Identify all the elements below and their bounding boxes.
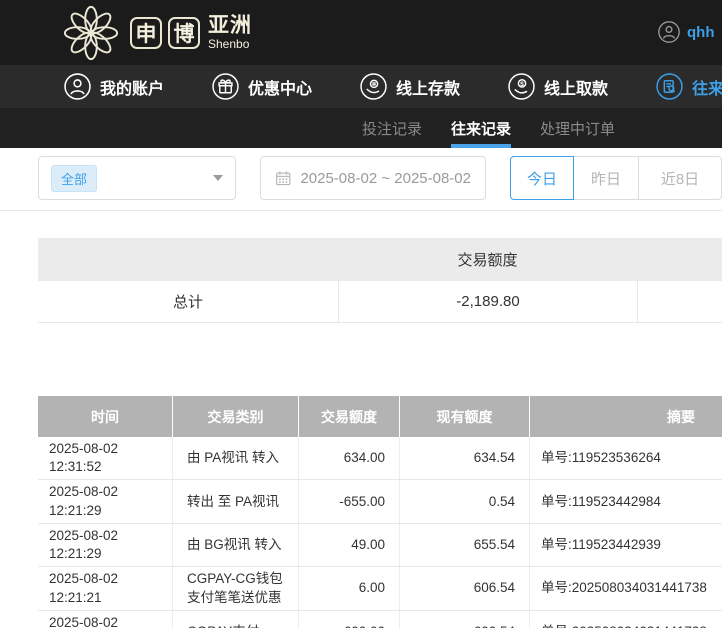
calendar-icon <box>275 169 291 187</box>
top-bar: 申 博 亚洲 Shenbo qhh <box>0 0 722 65</box>
nav-item-my-account[interactable]: 我的账户 <box>64 73 164 100</box>
summary-header-row: 交易额度 <box>38 238 722 281</box>
cell-time: 2025-08-02 12:21:21 <box>38 567 173 609</box>
cell-time: 2025-08-02 12:31:52 <box>38 437 173 479</box>
cell-note: 单号:202508034031441738 <box>530 611 722 628</box>
flower-logo-icon <box>58 3 124 63</box>
summary-total-row: 总计 -2,189.80 <box>38 281 722 323</box>
cell-amount: 634.00 <box>299 437 400 479</box>
logo-region-text: 亚洲 <box>208 15 252 36</box>
table-row: 2025-08-02 12:21:21CGPAY支付600.00600.54单号… <box>38 611 722 628</box>
cell-note: 单号:119523536264 <box>530 437 722 479</box>
cell-balance: 606.54 <box>400 567 530 609</box>
cell-type: CGPAY支付 <box>173 611 299 628</box>
summary-table: 交易额度 总计 -2,189.80 <box>38 238 722 323</box>
cell-note: 单号:119523442939 <box>530 524 722 566</box>
cell-time: 2025-08-02 12:21:29 <box>38 524 173 566</box>
cell-amount: -655.00 <box>299 480 400 522</box>
col-header-amount: 交易额度 <box>299 396 400 437</box>
cell-type: 转出 至 PA视讯 <box>173 480 299 522</box>
gift-icon <box>212 73 239 100</box>
cell-balance: 634.54 <box>400 437 530 479</box>
username-text[interactable]: qhh <box>687 24 715 41</box>
today-button[interactable]: 今日 <box>510 156 574 200</box>
filter-bar: 全部 2025-08-02 ~ 2025-08-02 今日 昨日 近8日 <box>38 156 722 200</box>
deposit-icon <box>360 73 387 100</box>
col-header-time: 时间 <box>38 396 173 437</box>
transactions-table: 时间 交易类别 交易额度 现有额度 摘要 2025-08-02 12:31:52… <box>38 396 722 628</box>
yesterday-button[interactable]: 昨日 <box>573 156 639 200</box>
nav-item-promotions[interactable]: 优惠中心 <box>212 73 312 100</box>
table-row: 2025-08-02 12:21:21CGPAY-CG钱包支付笔笔送优惠6.00… <box>38 567 722 610</box>
cell-amount: 6.00 <box>299 567 400 609</box>
table-header-row: 时间 交易类别 交易额度 现有额度 摘要 <box>38 396 722 437</box>
summary-total-empty <box>637 281 722 322</box>
svg-text:$: $ <box>520 81 524 88</box>
cell-type: 由 PA视讯 转入 <box>173 437 299 479</box>
logo-char-shen: 申 <box>130 17 162 49</box>
user-avatar-icon <box>658 21 680 43</box>
records-icon <box>656 73 683 100</box>
summary-total-label: 总计 <box>38 281 338 322</box>
cell-balance: 655.54 <box>400 524 530 566</box>
summary-header-amount: 交易额度 <box>338 238 637 281</box>
date-range-input[interactable]: 2025-08-02 ~ 2025-08-02 <box>260 156 486 200</box>
summary-total-value: -2,189.80 <box>338 281 637 322</box>
chevron-down-icon <box>213 175 223 181</box>
summary-header-empty <box>38 238 338 281</box>
table-row: 2025-08-02 12:21:29由 BG视讯 转入49.00655.54单… <box>38 524 722 567</box>
nav-item-deposit[interactable]: 线上存款 <box>360 73 460 100</box>
cell-type: 由 BG视讯 转入 <box>173 524 299 566</box>
date-range-value: 2025-08-02 ~ 2025-08-02 <box>300 170 471 187</box>
logo-subtitle: Shenbo <box>208 38 252 50</box>
type-select[interactable]: 全部 <box>38 156 236 200</box>
logo-char-bo: 博 <box>168 17 200 49</box>
user-icon <box>64 73 91 100</box>
table-row: 2025-08-02 12:31:52由 PA视讯 转入634.00634.54… <box>38 437 722 480</box>
cell-note: 单号:202508034031441738 <box>530 567 722 609</box>
cell-time: 2025-08-02 12:21:21 <box>38 611 173 628</box>
nav-item-withdraw[interactable]: $ 线上取款 <box>508 73 608 100</box>
col-header-type: 交易类别 <box>173 396 299 437</box>
last8days-button[interactable]: 近8日 <box>638 156 722 200</box>
cell-note: 单号:119523442984 <box>530 480 722 522</box>
cell-balance: 600.54 <box>400 611 530 628</box>
cell-time: 2025-08-02 12:21:29 <box>38 480 173 522</box>
transactions-body: 2025-08-02 12:31:52由 PA视讯 转入634.00634.54… <box>38 437 722 628</box>
sub-nav: 投注记录 往来记录 处理中订单 <box>0 108 722 148</box>
section-divider <box>0 210 722 211</box>
col-header-balance: 现有额度 <box>400 396 530 437</box>
withdraw-icon: $ <box>508 73 535 100</box>
cell-type: CGPAY-CG钱包支付笔笔送优惠 <box>173 567 299 609</box>
tab-betting-records[interactable]: 投注记录 <box>362 108 422 148</box>
cell-balance: 0.54 <box>400 480 530 522</box>
summary-header-empty2 <box>637 238 722 281</box>
main-nav: 我的账户 优惠中心 线上存款 <box>0 65 722 108</box>
nav-item-transactions[interactable]: 往来记录 <box>656 73 722 100</box>
brand-logo[interactable]: 申 博 亚洲 Shenbo <box>58 3 252 63</box>
user-account[interactable]: qhh <box>658 21 715 43</box>
col-header-note: 摘要 <box>530 396 722 437</box>
tab-pending-orders[interactable]: 处理中订单 <box>540 108 615 148</box>
cell-amount: 49.00 <box>299 524 400 566</box>
quick-date-buttons: 今日 昨日 近8日 <box>510 156 722 200</box>
tab-transaction-records[interactable]: 往来记录 <box>451 108 511 148</box>
table-row: 2025-08-02 12:21:29转出 至 PA视讯-655.000.54单… <box>38 480 722 523</box>
type-selected-tag[interactable]: 全部 <box>51 165 97 192</box>
cell-amount: 600.00 <box>299 611 400 628</box>
